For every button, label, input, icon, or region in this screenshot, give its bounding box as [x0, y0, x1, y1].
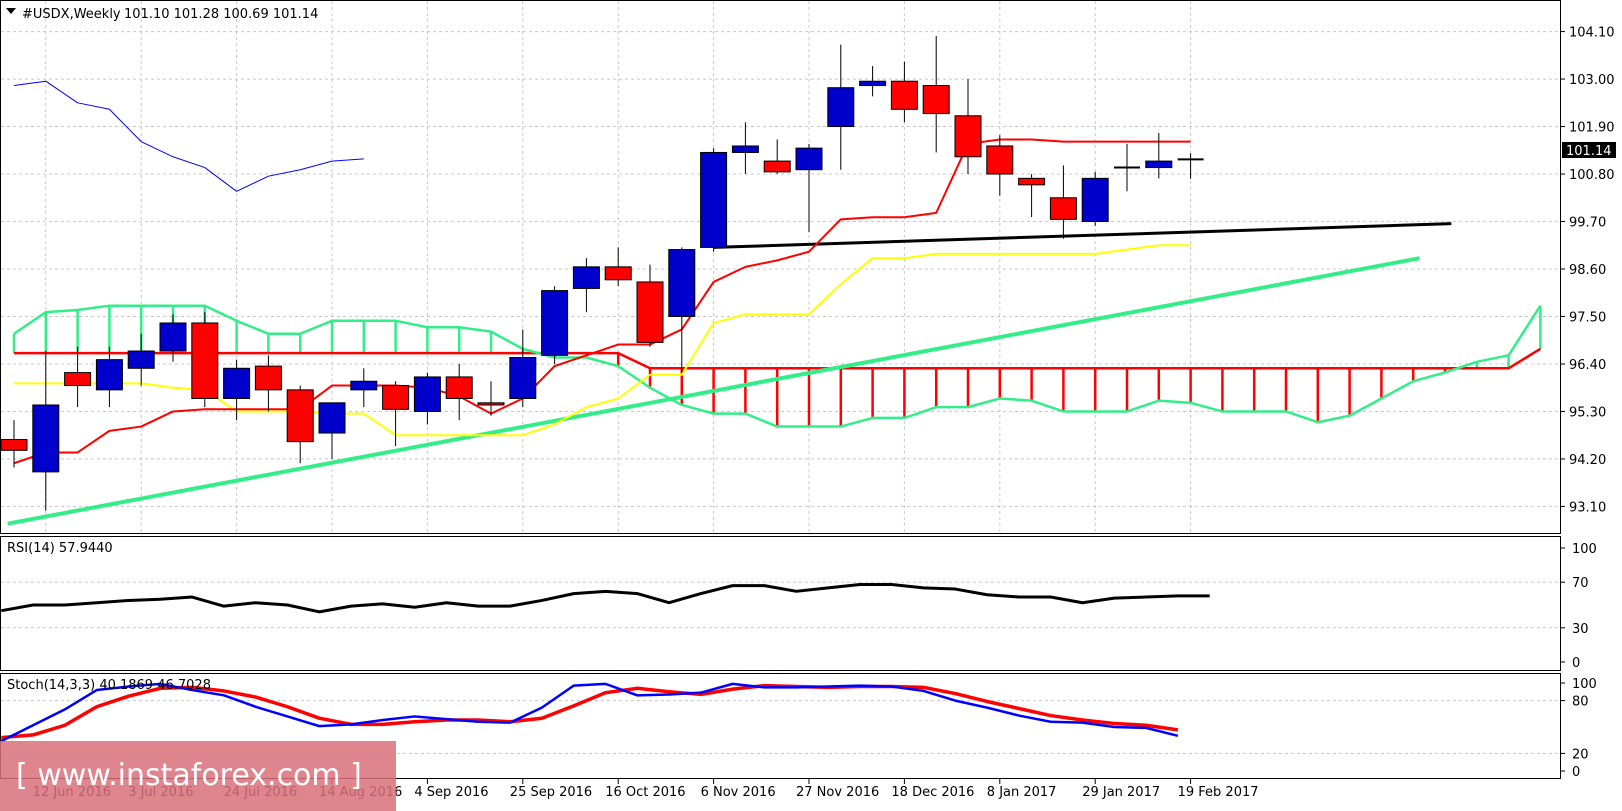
time-tick-label: 25 Sep 2016	[510, 785, 592, 800]
rsi-title: RSI(14) 57.9440	[7, 541, 113, 556]
bear-candle	[986, 145, 1014, 175]
bear-candle	[0, 439, 28, 451]
bear-candle	[636, 281, 664, 343]
bear-candle	[382, 385, 410, 410]
rsi-tick-label: 100	[1572, 542, 1597, 557]
price-axis: 104.10 103.00 101.90 100.80 99.70 98.60 97.50 9…	[1560, 26, 1615, 515]
rsi-tick-label: 30	[1572, 622, 1589, 637]
bull-candle	[572, 266, 600, 289]
bull-candle	[350, 380, 378, 391]
time-tick-label: 27 Nov 2016	[796, 785, 879, 800]
bear-candle	[477, 402, 505, 406]
bull-candle	[1081, 177, 1109, 223]
bull-candle	[413, 376, 441, 412]
bull-candle	[509, 356, 537, 400]
stoch-tick-label: 20	[1572, 747, 1589, 762]
stoch-tick-label: 100	[1572, 677, 1597, 692]
time-tick-label: 19 Feb 2017	[1178, 785, 1259, 800]
time-tick-label: 16 Oct 2016	[605, 785, 685, 800]
bull-candle	[668, 249, 696, 317]
rsi-tick-label: 70	[1572, 576, 1589, 591]
price-tick-label: 104.10	[1569, 26, 1615, 41]
bear-candle	[604, 266, 632, 281]
price-tick-label: 98.60	[1569, 263, 1606, 278]
bear-candle	[763, 160, 791, 173]
stoch-tick-label: 0	[1572, 765, 1580, 780]
stoch-tick-label: 80	[1572, 695, 1589, 710]
stoch-title: Stoch(14,3,3) 40.1869 46.7028	[7, 678, 211, 693]
bear-candle	[1018, 177, 1046, 186]
bull-candle	[700, 151, 728, 248]
bull-candle	[827, 87, 855, 128]
price-tick-label: 97.50	[1569, 310, 1606, 325]
time-tick-label: 4 Sep 2016	[414, 785, 488, 800]
stoch-axis: 100 80 20 0	[1560, 677, 1597, 780]
bull-candle	[32, 404, 60, 473]
watermark-text: [ www.instaforex.com ]	[16, 758, 362, 793]
bear-candle	[445, 376, 473, 399]
bear-candle	[890, 80, 918, 110]
price-tick-label: 95.30	[1569, 405, 1606, 420]
bear-candle	[954, 115, 982, 158]
time-tick-label: 29 Jan 2017	[1082, 785, 1160, 800]
chart-symbol: #USDX,Weekly	[22, 7, 121, 22]
price-tick-label: 96.40	[1569, 358, 1606, 373]
bull-candle	[1145, 160, 1173, 169]
bear-candle	[254, 365, 282, 391]
time-tick-label: 6 Nov 2016	[701, 785, 776, 800]
bull-candle	[795, 147, 823, 171]
rsi-tick-label: 0	[1572, 656, 1580, 671]
bear-candle	[922, 85, 950, 115]
price-tick-label: 93.10	[1569, 500, 1606, 515]
bull-candle	[859, 80, 887, 87]
bear-candle	[191, 322, 219, 400]
last-price-text: 101.14	[1566, 144, 1612, 159]
last-price-label: 101.14	[1562, 142, 1616, 159]
price-panel-frame	[0, 0, 1561, 534]
price-tick-label: 101.90	[1569, 121, 1615, 136]
bull-candle	[541, 290, 569, 356]
bull-candle	[127, 350, 155, 369]
rsi-axis: 100 70 30 0	[1560, 542, 1597, 671]
bull-candle	[318, 402, 346, 434]
time-tick-label: 8 Jan 2017	[987, 785, 1057, 800]
bear-candle	[64, 372, 92, 387]
price-tick-label: 100.80	[1569, 168, 1615, 183]
bull-candle	[731, 145, 759, 153]
bull-candle	[159, 322, 187, 352]
bear-candle	[1049, 197, 1077, 220]
usdx-weekly-chart: 104.10 103.00 101.90 100.80 99.70 98.60 97.50 9…	[0, 0, 1616, 811]
time-tick-label: 18 Dec 2016	[891, 785, 974, 800]
bull-candle	[95, 359, 123, 391]
price-tick-label: 103.00	[1569, 73, 1615, 88]
price-tick-label: 99.70	[1569, 216, 1606, 231]
price-tick-label: 94.20	[1569, 453, 1606, 468]
bear-candle	[286, 389, 314, 443]
chart-ohlc: 101.10 101.28 100.69 101.14	[124, 7, 318, 22]
bull-candle	[223, 367, 251, 399]
